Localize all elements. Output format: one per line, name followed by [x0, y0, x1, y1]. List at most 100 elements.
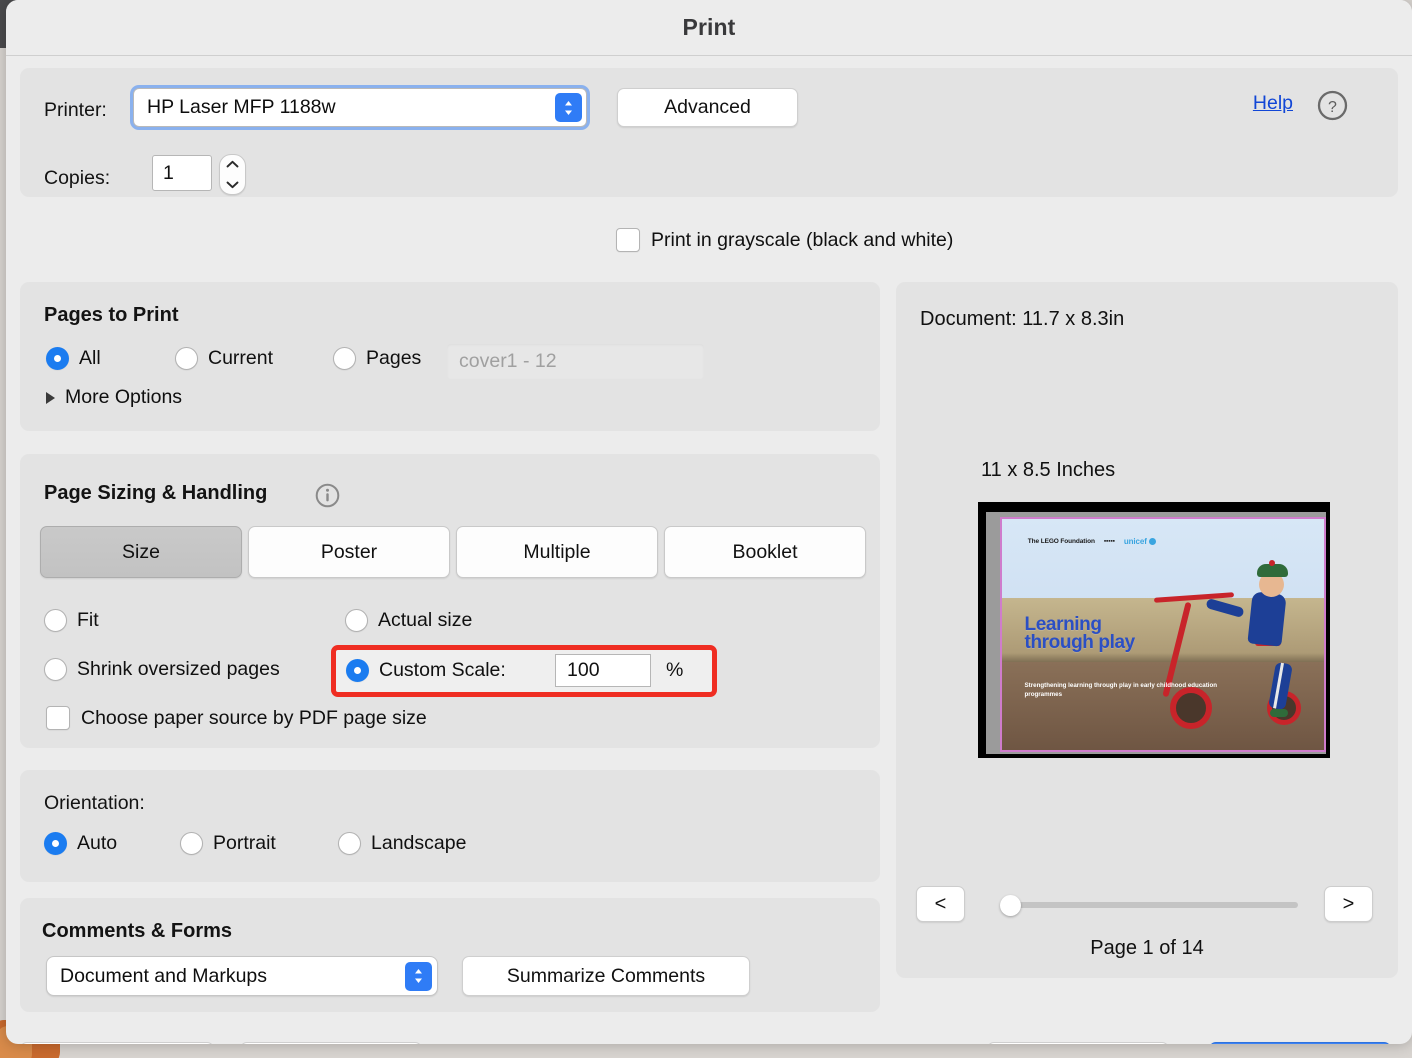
printer-button[interactable]: Printer...	[240, 1042, 422, 1044]
pages-option-all-label: All	[79, 347, 101, 370]
pages-to-print-title: Pages to Print	[44, 304, 178, 327]
radio-landscape[interactable]	[338, 832, 361, 855]
comments-select-value: Document and Markups	[47, 965, 267, 988]
sizing-tab-booklet[interactable]: Booklet	[664, 526, 866, 578]
unicef-globe-icon	[1149, 538, 1156, 545]
radio-all[interactable]	[46, 347, 69, 370]
question-circle-icon[interactable]: ?	[1317, 90, 1348, 121]
print-grayscale-label: Print in grayscale (black and white)	[651, 229, 953, 252]
sizing-option-actual-size[interactable]: Actual size	[345, 609, 472, 632]
cancel-button[interactable]: Cancel	[987, 1042, 1169, 1044]
previous-page-button[interactable]: <	[916, 886, 965, 922]
radio-current[interactable]	[175, 347, 198, 370]
radio-shrink-oversized[interactable]	[44, 658, 67, 681]
chevron-right-icon	[46, 392, 55, 404]
child-arm	[1206, 598, 1245, 618]
printer-select-chevrons-icon[interactable]	[555, 93, 582, 122]
print-grayscale-checkbox-row[interactable]: Print in grayscale (black and white)	[616, 228, 953, 252]
more-options-label: More Options	[65, 386, 182, 409]
orientation-option-auto-label: Auto	[77, 832, 117, 855]
comments-forms-group: Comments & Forms Document and Markups Su…	[20, 898, 880, 1012]
sizing-tab-poster[interactable]: Poster	[248, 526, 450, 578]
print-dialog: Print Printer: HP Laser MFP 1188w Advanc…	[6, 0, 1412, 1044]
dialog-titlebar: Print	[6, 0, 1412, 56]
radio-portrait[interactable]	[180, 832, 203, 855]
unicef-logo: unicef	[1124, 537, 1156, 546]
page-status-label: Page 1 of 14	[896, 937, 1398, 960]
dialog-footer: Page Setup... Printer... Cancel Print	[6, 1024, 1412, 1044]
sizing-tab-size[interactable]: Size	[40, 526, 242, 578]
pages-option-pages-label: Pages	[366, 347, 421, 370]
page-preview-artwork: The LEGO Foundation ▪▪▪▪▪ unicef	[1000, 517, 1326, 752]
orientation-option-auto[interactable]: Auto	[44, 832, 117, 855]
artwork-logos: The LEGO Foundation ▪▪▪▪▪ unicef	[1028, 537, 1156, 546]
page-setup-button[interactable]: Page Setup...	[20, 1042, 214, 1044]
pages-option-all[interactable]: All	[46, 347, 101, 370]
summarize-comments-button[interactable]: Summarize Comments	[462, 956, 750, 996]
custom-scale-input[interactable]: 100	[555, 654, 651, 687]
document-size-label: Document: 11.7 x 8.3in	[920, 308, 1124, 331]
page-preview-frame: The LEGO Foundation ▪▪▪▪▪ unicef	[978, 502, 1330, 758]
comments-forms-title: Comments & Forms	[42, 920, 232, 943]
printer-group: Printer: HP Laser MFP 1188w Advanced Hel…	[20, 68, 1398, 197]
orientation-option-landscape[interactable]: Landscape	[338, 832, 466, 855]
print-grayscale-checkbox[interactable]	[616, 228, 640, 252]
sizing-option-shrink-label: Shrink oversized pages	[77, 658, 280, 681]
orientation-option-landscape-label: Landscape	[371, 832, 466, 855]
printer-select[interactable]: HP Laser MFP 1188w	[133, 88, 587, 127]
pages-option-pages[interactable]: Pages	[333, 347, 421, 370]
artwork-headline: Learning through play	[1025, 616, 1135, 652]
child-body	[1248, 592, 1287, 647]
paper-source-label: Choose paper source by PDF page size	[81, 707, 427, 730]
sizing-option-fit[interactable]: Fit	[44, 609, 99, 632]
copies-label: Copies:	[44, 167, 110, 190]
sizing-option-shrink[interactable]: Shrink oversized pages	[44, 658, 280, 681]
more-options-toggle[interactable]: More Options	[46, 386, 182, 409]
print-button[interactable]: Print	[1209, 1042, 1391, 1044]
artwork-headline-line2: through play	[1025, 634, 1135, 652]
child-cap	[1257, 564, 1288, 577]
paper-size-label: 11 x 8.5 Inches	[981, 459, 1115, 482]
page-title: Print	[683, 14, 736, 41]
page-preview-sheet: The LEGO Foundation ▪▪▪▪▪ unicef	[986, 512, 1330, 756]
sizing-option-fit-label: Fit	[77, 609, 99, 632]
paper-source-checkbox[interactable]	[46, 706, 70, 730]
pages-to-print-group: Pages to Print All Current Pages cover1 …	[20, 282, 880, 431]
printer-label: Printer:	[44, 99, 107, 122]
sizing-tab-multiple[interactable]: Multiple	[456, 526, 658, 578]
sizing-option-actual-size-label: Actual size	[378, 609, 472, 632]
partner-logo: ▪▪▪▪▪	[1104, 538, 1115, 545]
child-foot	[1270, 709, 1288, 717]
radio-pages[interactable]	[333, 347, 356, 370]
preview-panel: Document: 11.7 x 8.3in 11 x 8.5 Inches T…	[896, 282, 1398, 978]
help-link[interactable]: Help	[1253, 92, 1293, 115]
pages-range-input[interactable]: cover1 - 12	[447, 344, 704, 379]
orientation-option-portrait[interactable]: Portrait	[180, 832, 276, 855]
printer-select-value: HP Laser MFP 1188w	[134, 96, 336, 119]
comments-select-chevrons-icon[interactable]	[405, 962, 432, 991]
copies-input[interactable]: 1	[152, 155, 212, 191]
pages-option-current[interactable]: Current	[175, 347, 273, 370]
radio-custom-scale[interactable]	[346, 659, 369, 682]
radio-fit[interactable]	[44, 609, 67, 632]
radio-actual-size[interactable]	[345, 609, 368, 632]
info-circle-icon[interactable]	[315, 483, 340, 508]
copies-stepper[interactable]	[219, 154, 246, 195]
page-slider-track[interactable]	[1008, 902, 1298, 908]
artwork-subtext: Strengthening learning through play in e…	[1025, 681, 1218, 700]
advanced-button[interactable]: Advanced	[617, 88, 798, 127]
sizing-option-custom-scale[interactable]: Custom Scale:	[346, 659, 506, 682]
pages-option-current-label: Current	[208, 347, 273, 370]
print-dialog-screen: Print Printer: HP Laser MFP 1188w Advanc…	[0, 0, 1412, 1058]
artwork-child-on-trike	[1144, 547, 1311, 741]
lego-foundation-logo: The LEGO Foundation	[1028, 538, 1095, 545]
next-page-button[interactable]: >	[1324, 886, 1373, 922]
orientation-title: Orientation:	[44, 792, 145, 815]
page-sizing-group: Page Sizing & Handling Size Poster Multi…	[20, 454, 880, 748]
svg-text:?: ?	[1328, 99, 1337, 116]
page-slider-knob[interactable]	[1000, 895, 1021, 916]
radio-auto[interactable]	[44, 832, 67, 855]
comments-select[interactable]: Document and Markups	[46, 956, 438, 996]
paper-source-checkbox-row[interactable]: Choose paper source by PDF page size	[46, 706, 427, 730]
unicef-logo-text: unicef	[1124, 537, 1147, 546]
